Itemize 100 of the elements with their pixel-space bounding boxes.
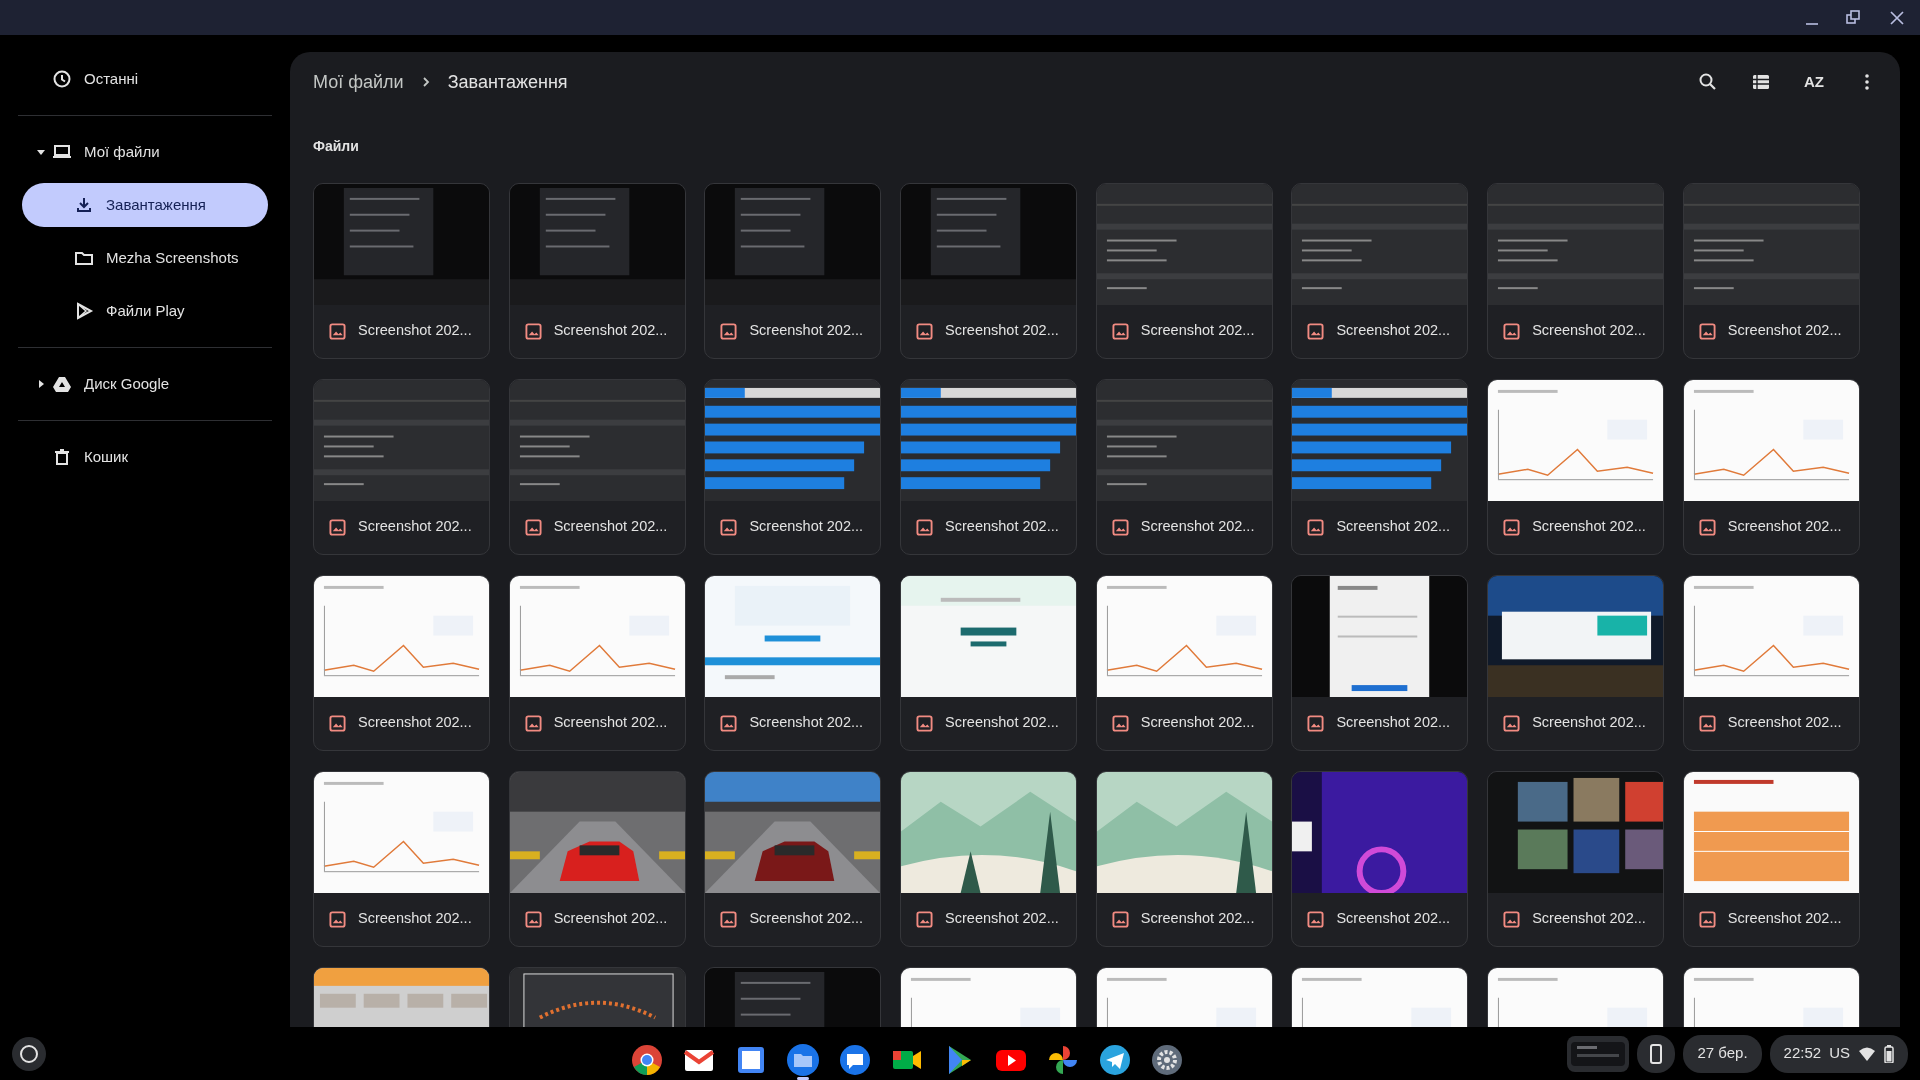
- sidebar-item[interactable]: Мої файли: [22, 130, 268, 174]
- file-card[interactable]: Screenshot 202...: [1682, 379, 1860, 555]
- clock-icon: [52, 69, 72, 89]
- maximize-icon: [1844, 8, 1862, 27]
- image-file-icon: [1111, 910, 1129, 928]
- image-file-icon: [720, 714, 738, 732]
- breadcrumb-link[interactable]: Мої файли: [313, 68, 404, 96]
- file-name: Screenshot 202...: [945, 909, 1059, 929]
- file-card[interactable]: Screenshot 202...: [1095, 379, 1273, 555]
- image-file-icon: [1307, 518, 1325, 536]
- file-name: Screenshot 202...: [553, 909, 668, 929]
- file-name: Screenshot 202...: [358, 517, 472, 537]
- image-file-icon: [1307, 910, 1325, 928]
- minimize-icon: [1806, 22, 1818, 25]
- trash-icon: [52, 447, 72, 467]
- file-card[interactable]: Screenshot 202...: [900, 771, 1078, 947]
- date-button[interactable]: 27 бер.: [1683, 1034, 1762, 1073]
- sidebar-item[interactable]: Завантаження: [22, 183, 268, 227]
- file-card[interactable]: Screenshot 202...: [704, 771, 882, 947]
- file-name: Screenshot 202...: [553, 517, 668, 537]
- sidebar-item[interactable]: Файли Play: [22, 289, 268, 333]
- phone-hub-button[interactable]: [1637, 1034, 1676, 1073]
- file-card[interactable]: Screenshot 202...: [900, 575, 1078, 751]
- file-card[interactable]: Screenshot 202...: [704, 575, 882, 751]
- file-card[interactable]: Screenshot 202...: [1291, 771, 1469, 947]
- file-card[interactable]: Screenshot 202...: [313, 575, 490, 751]
- active-indicator: [797, 1076, 809, 1080]
- breadcrumb-link[interactable]: Завантаження: [447, 68, 568, 96]
- image-file-icon: [916, 714, 934, 732]
- file-card[interactable]: Screenshot 202...: [1682, 183, 1860, 359]
- file-name: Screenshot 202...: [945, 713, 1059, 733]
- paper-plane-icon: [1098, 1042, 1132, 1077]
- file-card[interactable]: Screenshot 202...: [1487, 183, 1665, 359]
- file-name: Screenshot 202...: [1140, 321, 1255, 341]
- file-card[interactable]: Screenshot 202...: [1487, 379, 1665, 555]
- image-file-icon: [916, 910, 934, 928]
- file-card[interactable]: Screenshot 202...: [508, 379, 686, 555]
- file-name: Screenshot 202...: [358, 909, 472, 929]
- image-file-icon: [1503, 910, 1521, 928]
- file-name: Screenshot 202...: [1727, 321, 1842, 341]
- more-menu-icon: [1865, 74, 1869, 90]
- file-name: Screenshot 202...: [749, 517, 864, 537]
- image-file-icon: [329, 518, 346, 536]
- file-card[interactable]: Screenshot 202...: [1487, 771, 1665, 947]
- image-file-icon: [1698, 910, 1716, 928]
- sidebar-item[interactable]: Диск Google: [22, 362, 268, 406]
- gear-icon: [1150, 1042, 1184, 1077]
- file-card[interactable]: Screenshot 202...: [1291, 575, 1469, 751]
- file-name: Screenshot 202...: [553, 321, 668, 341]
- download-icon: [74, 195, 94, 215]
- file-name: Screenshot 202...: [1532, 713, 1646, 733]
- file-card[interactable]: Screenshot 202...: [1095, 575, 1273, 751]
- section-title: Файли: [313, 137, 359, 156]
- image-file-icon: [1111, 322, 1129, 340]
- file-name: Screenshot 202...: [1336, 517, 1451, 537]
- file-card[interactable]: Screenshot 202...: [313, 379, 490, 555]
- file-name: Screenshot 202...: [945, 517, 1059, 537]
- file-name: Screenshot 202...: [1727, 909, 1842, 929]
- file-card[interactable]: Screenshot 202...: [1487, 575, 1665, 751]
- image-file-icon: [524, 714, 542, 732]
- drive-icon: [52, 374, 72, 394]
- file-card[interactable]: Screenshot 202...: [1682, 575, 1860, 751]
- image-file-icon: [524, 910, 542, 928]
- list-view-icon: [1751, 72, 1771, 92]
- image-file-icon: [916, 322, 934, 340]
- file-card[interactable]: Screenshot 202...: [1291, 379, 1469, 555]
- sidebar-item[interactable]: Mezha Screenshots: [22, 236, 268, 280]
- file-card[interactable]: Screenshot 202...: [508, 183, 686, 359]
- folder-icon: [786, 1042, 820, 1077]
- file-card[interactable]: Screenshot 202...: [704, 183, 882, 359]
- file-card[interactable]: Screenshot 202...: [1095, 771, 1273, 947]
- file-card[interactable]: Screenshot 202...: [1682, 771, 1860, 947]
- sidebar-item[interactable]: Кошик: [22, 435, 268, 479]
- file-name: Screenshot 202...: [1140, 713, 1255, 733]
- file-name: Screenshot 202...: [1532, 517, 1646, 537]
- sort-button[interactable]: AZ: [1797, 65, 1831, 99]
- file-card[interactable]: Screenshot 202...: [313, 183, 490, 359]
- image-file-icon: [720, 322, 738, 340]
- file-card[interactable]: Screenshot 202...: [704, 379, 882, 555]
- battery-icon: [1884, 1044, 1894, 1063]
- file-card[interactable]: Screenshot 202...: [1291, 183, 1469, 359]
- file-name: Screenshot 202...: [749, 713, 864, 733]
- sidebar-item[interactable]: Останні: [22, 57, 268, 101]
- image-file-icon: [524, 518, 542, 536]
- image-file-icon: [916, 518, 934, 536]
- file-card[interactable]: Screenshot 202...: [900, 379, 1078, 555]
- clock-time: 22:52: [1783, 1043, 1822, 1064]
- file-name: Screenshot 202...: [1727, 713, 1842, 733]
- file-card[interactable]: Screenshot 202...: [508, 575, 686, 751]
- file-card[interactable]: Screenshot 202...: [508, 771, 686, 947]
- file-card[interactable]: Screenshot 202...: [1095, 183, 1273, 359]
- image-file-icon: [1503, 518, 1521, 536]
- file-card[interactable]: Screenshot 202...: [900, 183, 1078, 359]
- launcher-button[interactable]: [12, 1036, 46, 1071]
- file-name: Screenshot 202...: [1336, 713, 1451, 733]
- status-area[interactable]: 22:52 US: [1769, 1034, 1908, 1073]
- image-file-icon: [1503, 322, 1521, 340]
- file-name: Screenshot 202...: [1532, 909, 1646, 929]
- file-card[interactable]: Screenshot 202...: [313, 771, 490, 947]
- wifi-icon: [1858, 1045, 1876, 1062]
